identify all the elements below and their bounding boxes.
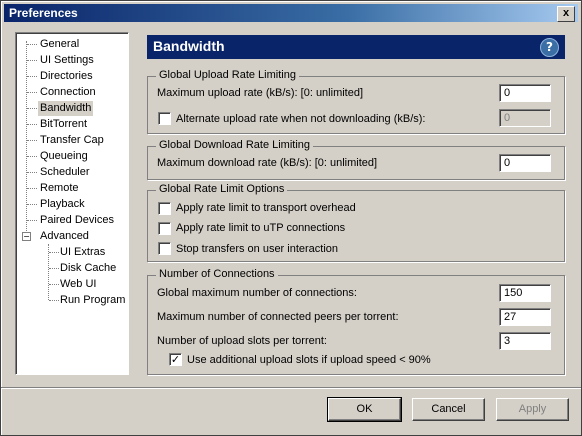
- tree-item-queueing[interactable]: Queueing: [40, 149, 88, 164]
- max-download-input[interactable]: 0: [499, 154, 551, 172]
- tree-item-bandwidth[interactable]: Bandwidth: [38, 101, 94, 116]
- tree-branch: [27, 124, 37, 125]
- tree-branch: [49, 284, 59, 285]
- check-icon: ✓: [170, 353, 181, 366]
- tree-item-run-program[interactable]: Run Program: [60, 293, 125, 308]
- tree-item-playback[interactable]: Playback: [40, 197, 85, 212]
- group-title: Global Download Rate Limiting: [156, 139, 314, 151]
- group-title: Number of Connections: [156, 268, 278, 280]
- tree-branch: [49, 252, 59, 253]
- group-title: Global Rate Limit Options: [156, 183, 288, 195]
- tree-branch: [27, 140, 37, 141]
- tree-item-scheduler[interactable]: Scheduler: [40, 165, 90, 180]
- title-bar[interactable]: Preferences x: [4, 4, 578, 22]
- peers-per-torrent-label: Maximum number of connected peers per to…: [157, 311, 399, 323]
- transport-overhead-label: Apply rate limit to transport overhead: [176, 202, 356, 214]
- max-download-label: Maximum download rate (kB/s): [0: unlimi…: [157, 157, 378, 169]
- tree-branch: [27, 172, 37, 173]
- group-title: Global Upload Rate Limiting: [156, 69, 299, 81]
- tree-item-disk-cache[interactable]: Disk Cache: [60, 261, 116, 276]
- button-separator: [1, 387, 581, 389]
- panel-header: Bandwidth ?: [147, 35, 565, 59]
- tree-branch: [27, 156, 37, 157]
- stop-transfers-label: Stop transfers on user interaction: [176, 243, 339, 255]
- close-button[interactable]: x: [557, 6, 575, 22]
- tree-branch: [27, 108, 37, 109]
- cancel-button[interactable]: Cancel: [412, 398, 485, 421]
- upload-slots-input[interactable]: 3: [499, 332, 551, 350]
- tree-branch: [27, 76, 37, 77]
- tree-item-connection[interactable]: Connection: [40, 85, 96, 100]
- help-icon[interactable]: ?: [540, 38, 559, 57]
- close-icon: x: [562, 7, 570, 19]
- tree-item-directories[interactable]: Directories: [40, 69, 93, 84]
- tree-item-bittorrent[interactable]: BitTorrent: [40, 117, 87, 132]
- tree-branch: [27, 204, 37, 205]
- collapse-icon[interactable]: −: [22, 232, 31, 241]
- stop-transfers-checkbox[interactable]: [158, 242, 171, 255]
- tree-item-ui-extras[interactable]: UI Extras: [60, 245, 105, 260]
- max-upload-input[interactable]: 0: [499, 84, 551, 102]
- tree-branch: [27, 44, 37, 45]
- alt-upload-checkbox[interactable]: [158, 112, 171, 125]
- window-title: Preferences: [9, 6, 78, 20]
- transport-overhead-checkbox[interactable]: [158, 202, 171, 215]
- ok-button[interactable]: OK: [327, 397, 402, 422]
- tree-branch: [27, 188, 37, 189]
- tree-branch: [49, 300, 59, 301]
- upload-slots-label: Number of upload slots per torrent:: [157, 335, 327, 347]
- tree-item-remote[interactable]: Remote: [40, 181, 79, 196]
- global-connections-input[interactable]: 150: [499, 284, 551, 302]
- tree-branch: [49, 268, 59, 269]
- panel-title: Bandwidth: [153, 38, 225, 54]
- utp-checkbox[interactable]: [158, 222, 171, 235]
- tree-line: [26, 41, 27, 241]
- tree-item-paired-devices[interactable]: Paired Devices: [40, 213, 114, 228]
- tree-branch: [27, 60, 37, 61]
- tree-branch: [27, 220, 37, 221]
- extra-slots-checkbox[interactable]: ✓: [169, 353, 182, 366]
- peers-per-torrent-input[interactable]: 27: [499, 308, 551, 326]
- apply-button[interactable]: Apply: [496, 398, 569, 421]
- utp-label: Apply rate limit to uTP connections: [176, 222, 346, 234]
- max-upload-label: Maximum upload rate (kB/s): [0: unlimite…: [157, 87, 364, 99]
- alt-upload-input[interactable]: 0: [499, 109, 551, 127]
- settings-tree[interactable]: General UI Settings Directories Connecti…: [15, 32, 129, 375]
- tree-branch: [27, 92, 37, 93]
- tree-item-general[interactable]: General: [40, 37, 79, 52]
- tree-item-web-ui[interactable]: Web UI: [60, 277, 96, 292]
- tree-item-transfer-cap[interactable]: Transfer Cap: [40, 133, 104, 148]
- alt-upload-label: Alternate upload rate when not downloadi…: [176, 113, 426, 125]
- tree-item-advanced[interactable]: Advanced: [40, 229, 89, 244]
- tree-item-ui-settings[interactable]: UI Settings: [40, 53, 94, 68]
- preferences-window: Preferences x General UI Settings Direct…: [0, 0, 582, 436]
- extra-slots-label: Use additional upload slots if upload sp…: [187, 354, 431, 366]
- global-connections-label: Global maximum number of connections:: [157, 287, 357, 299]
